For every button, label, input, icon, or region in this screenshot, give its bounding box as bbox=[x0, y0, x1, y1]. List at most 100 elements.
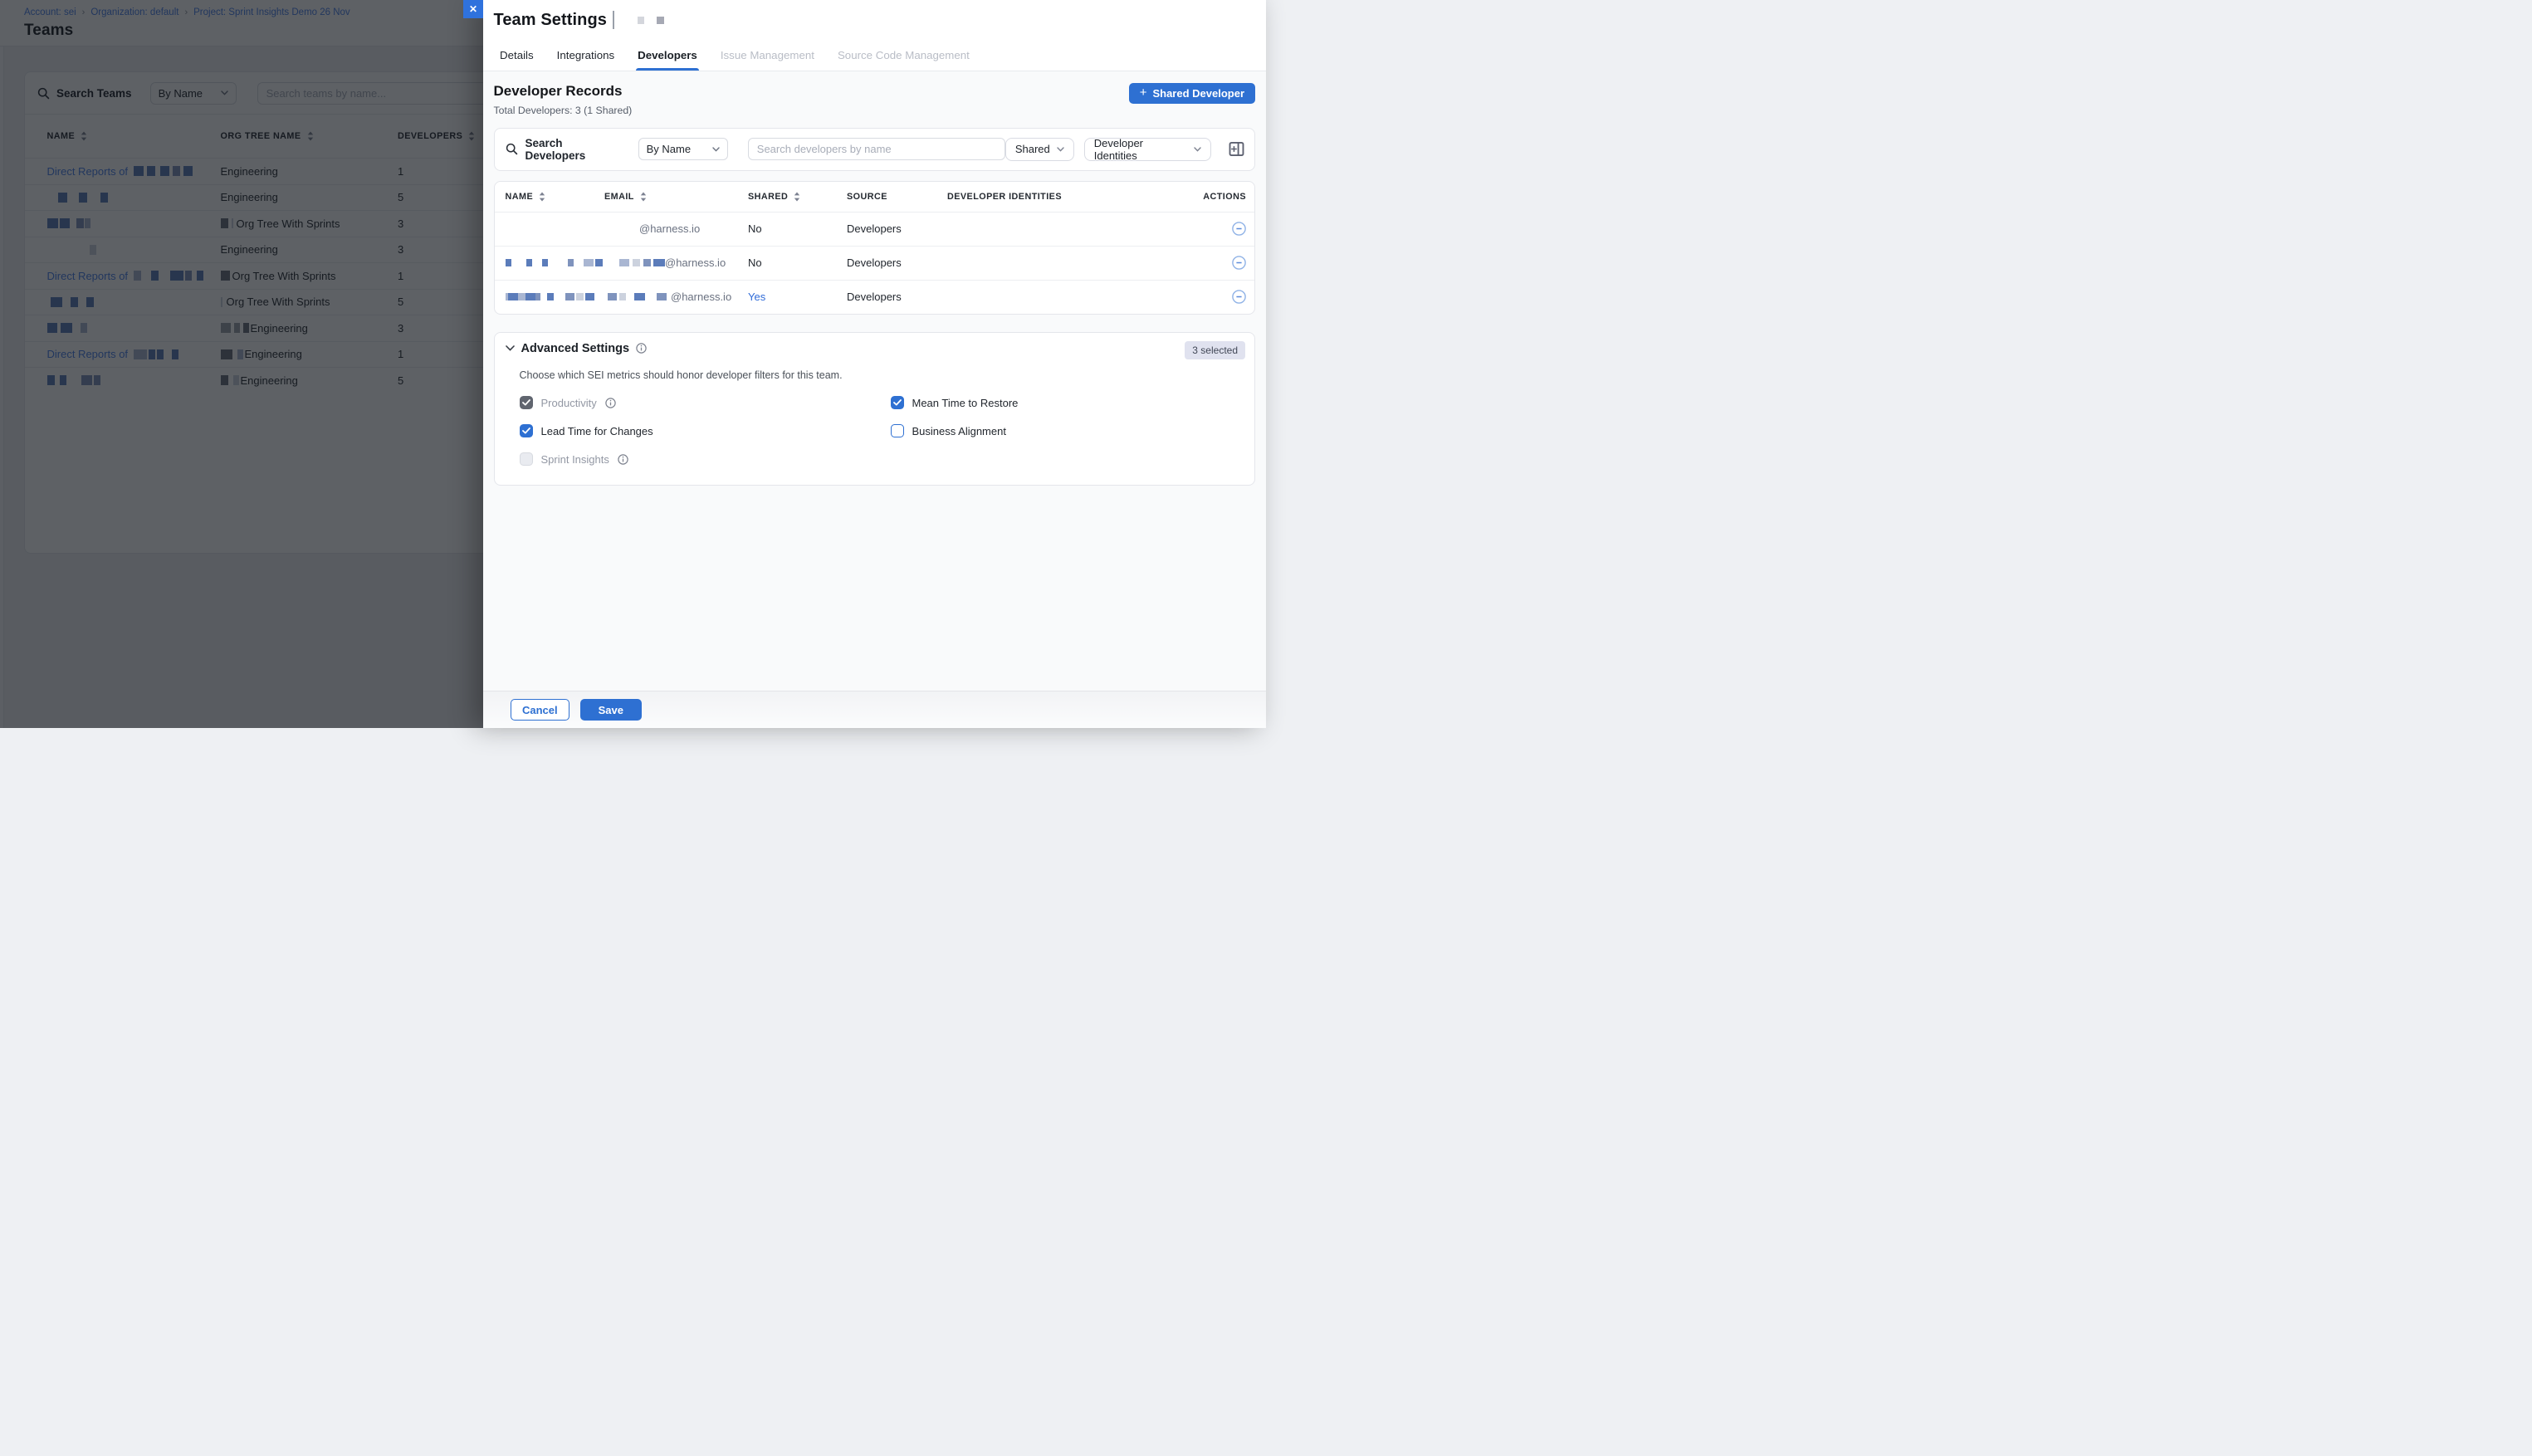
developer-table-card: NAMEEMAILSHAREDSOURCEDEVELOPER IDENTITIE… bbox=[494, 181, 1256, 315]
checkbox-icon bbox=[520, 452, 533, 466]
developer-identities-dropdown[interactable]: Developer Identities bbox=[1084, 138, 1211, 161]
metric-checkbox-lead-time-for-changes[interactable]: Lead Time for Changes bbox=[520, 423, 891, 440]
metric-checkbox-business-alignment[interactable]: Business Alignment bbox=[891, 423, 1246, 440]
developer-email-cell: @harness.io bbox=[604, 291, 748, 303]
developer-name-cell bbox=[506, 293, 605, 300]
drawer-close-button[interactable]: ✕ bbox=[463, 0, 483, 18]
redacted-block bbox=[643, 259, 651, 266]
column-header-developer-identities: DEVELOPER IDENTITIES bbox=[947, 192, 1196, 202]
total-developers-text: Total Developers: 3 (1 Shared) bbox=[494, 105, 633, 116]
checkbox-icon bbox=[520, 396, 533, 409]
developer-email-cell: @harness.io bbox=[604, 222, 748, 235]
save-button[interactable]: Save bbox=[580, 699, 642, 721]
checkbox-icon[interactable] bbox=[520, 424, 533, 437]
redacted-block bbox=[565, 293, 574, 300]
advanced-settings-header[interactable]: Advanced Settings 3 selected bbox=[506, 342, 1246, 355]
developer-email-cell: @harness.io bbox=[604, 257, 748, 269]
source-cell: Developers bbox=[847, 257, 947, 269]
redacted-block bbox=[634, 293, 645, 300]
shared-cell: Yes bbox=[748, 291, 847, 303]
search-developers-label: Search Developers bbox=[525, 137, 624, 162]
tab-source-code-management: Source Code Management bbox=[836, 40, 971, 71]
drawer-tabs: Details Integrations Developers Issue Manag… bbox=[483, 40, 1266, 71]
redacted-block bbox=[525, 293, 535, 300]
redacted-team-name bbox=[638, 17, 664, 24]
chevron-down-icon bbox=[1057, 147, 1064, 152]
actions-cell bbox=[1196, 256, 1246, 270]
remove-developer-icon[interactable] bbox=[1232, 290, 1246, 304]
developer-search-by-select[interactable]: By Name bbox=[638, 138, 728, 160]
developer-row[interactable]: @harness.ioYesDevelopers bbox=[495, 280, 1255, 314]
redacted-block bbox=[585, 293, 594, 300]
checkbox-icon[interactable] bbox=[891, 424, 904, 437]
developer-name-cell bbox=[506, 259, 605, 266]
redacted-block bbox=[633, 259, 640, 266]
chevron-down-icon bbox=[1194, 147, 1201, 152]
redacted-block bbox=[518, 293, 525, 300]
tab-issue-management: Issue Management bbox=[719, 40, 816, 71]
redacted-block bbox=[657, 293, 667, 300]
drawer-header: Team Settings bbox=[483, 0, 1266, 40]
search-icon bbox=[506, 143, 518, 155]
actions-cell bbox=[1196, 222, 1246, 236]
cancel-button[interactable]: Cancel bbox=[511, 699, 569, 721]
developer-row[interactable]: @harness.ioNoDevelopers bbox=[495, 246, 1255, 280]
column-header-email[interactable]: EMAIL bbox=[604, 192, 748, 202]
metrics-checkbox-grid: Productivity Lead Time for Changes Sprint … bbox=[520, 394, 1246, 468]
developer-table-header: NAMEEMAILSHAREDSOURCEDEVELOPER IDENTITIE… bbox=[495, 182, 1255, 212]
redacted-block bbox=[526, 259, 532, 266]
redacted-block bbox=[547, 293, 554, 300]
redacted-block bbox=[653, 259, 665, 266]
shared-filter-dropdown[interactable]: Shared bbox=[1005, 138, 1074, 161]
redacted-block bbox=[576, 293, 584, 300]
modal-overlay[interactable] bbox=[0, 0, 483, 728]
tab-developers[interactable]: Developers bbox=[636, 40, 699, 71]
drawer-body: Developer Records Total Developers: 3 (1… bbox=[483, 71, 1266, 691]
column-header-shared[interactable]: SHARED bbox=[748, 192, 847, 202]
sort-icon[interactable] bbox=[640, 192, 647, 202]
advanced-settings-card: Advanced Settings 3 selected Choose whic… bbox=[494, 332, 1256, 486]
sort-icon[interactable] bbox=[539, 192, 545, 202]
remove-developer-icon[interactable] bbox=[1232, 222, 1246, 236]
info-icon bbox=[618, 454, 628, 465]
remove-developer-icon[interactable] bbox=[1232, 256, 1246, 270]
redacted-block bbox=[542, 259, 548, 266]
column-header-name[interactable]: NAME bbox=[506, 192, 605, 202]
redacted-block bbox=[638, 17, 644, 24]
plus-icon: + bbox=[1140, 86, 1147, 100]
developer-row[interactable]: @harness.ioNoDevelopers bbox=[495, 212, 1255, 246]
redacted-block bbox=[657, 17, 664, 24]
metric-checkbox-mean-time-to-restore[interactable]: Mean Time to Restore bbox=[891, 394, 1246, 412]
tab-details[interactable]: Details bbox=[498, 40, 535, 71]
redacted-block bbox=[595, 259, 603, 266]
redacted-block bbox=[584, 259, 594, 266]
metric-checkbox-sprint-insights: Sprint Insights bbox=[520, 451, 891, 468]
redacted-block bbox=[619, 293, 626, 300]
add-column-icon[interactable] bbox=[1229, 141, 1244, 157]
info-icon bbox=[605, 398, 616, 408]
selected-count-badge: 3 selected bbox=[1185, 341, 1245, 359]
column-header-source: SOURCE bbox=[847, 192, 947, 202]
redacted-block bbox=[508, 293, 518, 300]
metric-checkbox-productivity: Productivity bbox=[520, 394, 891, 412]
chevron-down-icon bbox=[712, 147, 720, 152]
redacted-block bbox=[608, 293, 617, 300]
drawer-footer: Cancel Save bbox=[483, 691, 1266, 728]
checkbox-icon[interactable] bbox=[891, 396, 904, 409]
advanced-settings-description: Choose which SEI metrics should honor de… bbox=[520, 369, 1246, 381]
redacted-block bbox=[506, 259, 511, 266]
developer-search-input[interactable] bbox=[748, 138, 1005, 160]
redacted-block bbox=[568, 259, 574, 266]
developer-filter-bar: Search Developers By Name Shared Develop… bbox=[494, 128, 1256, 171]
source-cell: Developers bbox=[847, 291, 947, 303]
shared-cell: No bbox=[748, 222, 847, 235]
chevron-down-icon bbox=[506, 345, 515, 351]
add-shared-developer-button[interactable]: + Shared Developer bbox=[1129, 83, 1255, 104]
source-cell: Developers bbox=[847, 222, 947, 235]
sort-icon[interactable] bbox=[794, 192, 800, 202]
developer-search-by-value: By Name bbox=[647, 143, 691, 155]
drawer-title: Team Settings bbox=[494, 11, 608, 30]
developer-name-cell bbox=[506, 225, 605, 232]
tab-integrations[interactable]: Integrations bbox=[555, 40, 616, 71]
advanced-settings-title: Advanced Settings bbox=[521, 342, 630, 355]
